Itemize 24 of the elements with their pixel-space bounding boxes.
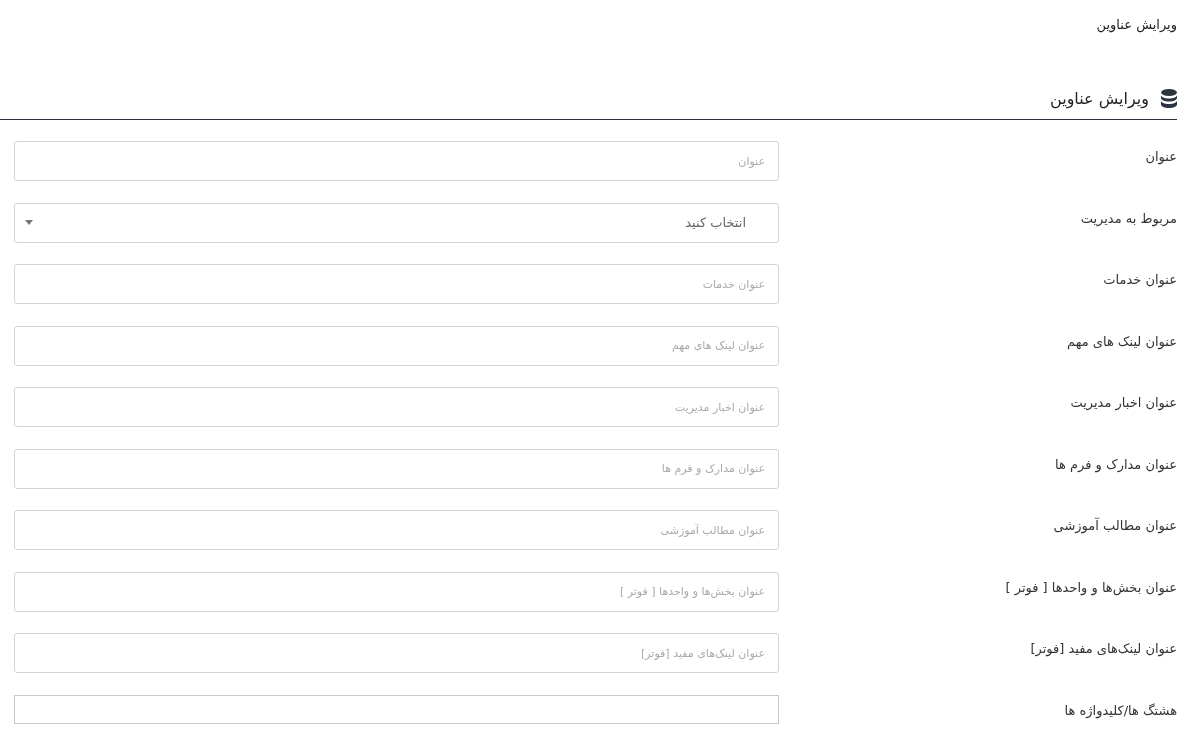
- input-field[interactable]: عنوان: [14, 141, 779, 181]
- field-label: هشتگ ها/کلیدواژه ها: [1064, 701, 1177, 720]
- breadcrumb: ویرایش عناوین: [1096, 16, 1177, 35]
- input-field[interactable]: عنوان بخش‌ها و واحدها [ فوتر ]: [14, 571, 779, 612]
- field-label: مربوط به مدیریت: [1080, 209, 1177, 228]
- tags-field[interactable]: [14, 694, 779, 724]
- field-label: عنوان اخبار مدیریت: [1070, 394, 1177, 413]
- input-field[interactable]: عنوان مدارک و فرم ها: [14, 448, 779, 489]
- database-icon: [1161, 89, 1177, 109]
- input-field[interactable]: عنوان اخبار مدیریت: [14, 387, 779, 427]
- input-field[interactable]: عنوان لینک های مهم: [14, 325, 779, 366]
- field-label: عنوان بخش‌ها و واحدها [ فوتر ]: [1005, 578, 1177, 597]
- field-label: عنوان لینک‌های مفید [فوتر]: [1030, 640, 1177, 659]
- section-title: ویرایش عناوین: [1050, 88, 1149, 111]
- dropdown[interactable]: انتخاب کنید: [14, 202, 779, 243]
- input-field[interactable]: عنوان خدمات: [14, 264, 779, 304]
- field-label: عنوان خدمات: [1103, 271, 1177, 290]
- field-label: عنوان لینک های مهم: [1067, 332, 1177, 351]
- caret-icon: [25, 220, 33, 225]
- field-label: عنوان: [1145, 148, 1177, 167]
- input-field[interactable]: عنوان مطالب آموزشی: [14, 510, 779, 550]
- input-field[interactable]: عنوان لینک‌های مفید [فوتر]: [14, 633, 779, 673]
- field-label: عنوان مطالب آموزشی: [1053, 516, 1177, 536]
- field-label: عنوان مدارک و فرم ها: [1055, 455, 1177, 474]
